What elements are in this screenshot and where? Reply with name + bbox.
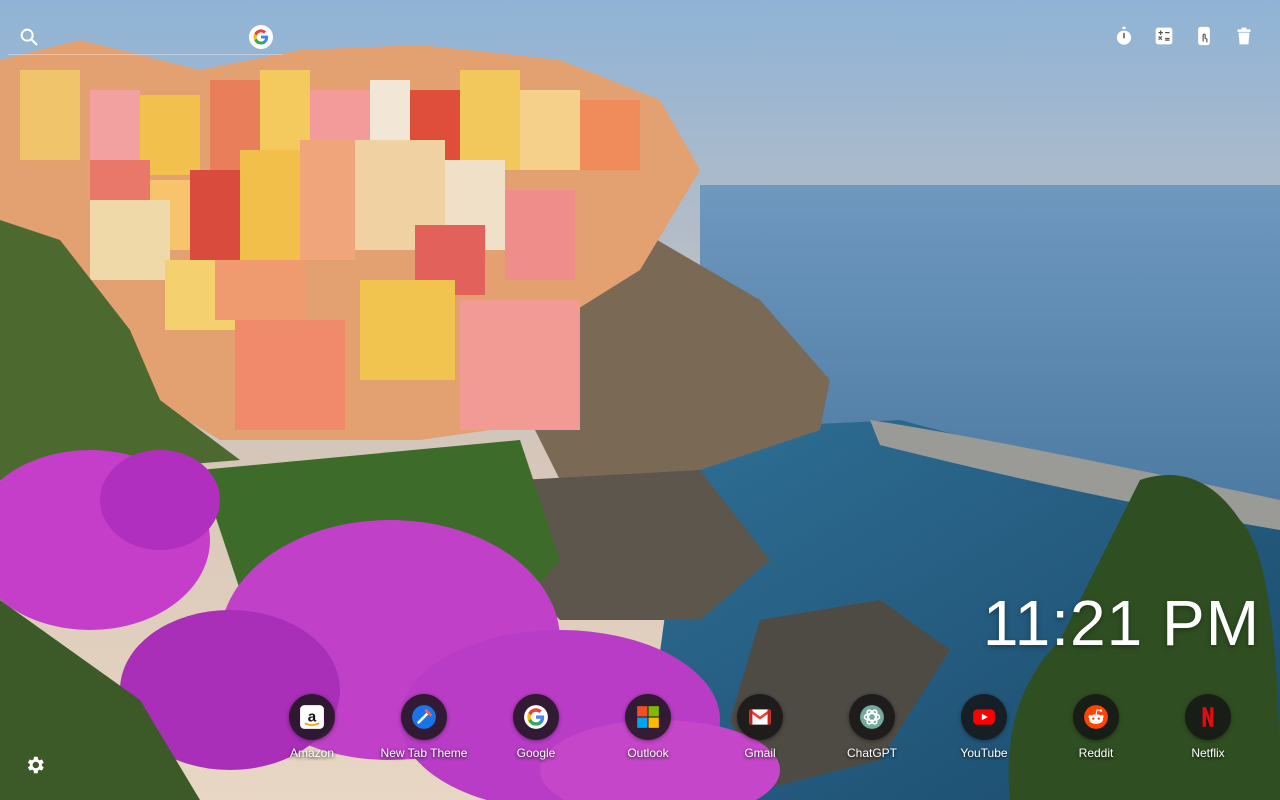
google-icon[interactable] [249,25,273,49]
search-input[interactable] [40,29,249,45]
top-toolbar [1114,25,1254,47]
shortcut-google[interactable]: Google [480,694,592,770]
wallpaper [0,0,1280,800]
google-icon[interactable] [513,694,559,740]
shortcut-label: ChatGPT [846,746,897,760]
shortcut-label: New Tab Theme [380,746,468,760]
shortcut-netflix[interactable]: Netflix [1152,694,1264,770]
clock: 11:21 PM [982,587,1260,659]
shortcut-youtube[interactable]: YouTube [928,694,1040,770]
microsoft-icon[interactable] [625,694,671,740]
shortcut-label: Google [516,746,556,760]
shortcut-reddit[interactable]: Reddit [1040,694,1152,770]
netflix-icon[interactable] [1185,694,1231,740]
shortcut-gmail[interactable]: Gmail [704,694,816,770]
shortcut-label: Reddit [1078,746,1114,760]
trash-icon[interactable] [1234,25,1254,47]
gmail-icon[interactable] [737,694,783,740]
amazon-icon[interactable]: a [289,694,335,740]
reddit-icon[interactable] [1073,694,1119,740]
shortcut-outlook[interactable]: Outlook [592,694,704,770]
shortcut-label: Amazon [289,746,335,760]
svg-text:a: a [308,708,317,725]
calculator-icon[interactable] [1154,25,1174,47]
stopwatch-icon[interactable] [1114,25,1134,47]
shortcut-label: YouTube [960,746,1008,760]
search-bar[interactable] [8,20,283,55]
shortcut-new-tab-theme[interactable]: New Tab Theme [368,694,480,770]
new-tab-theme-icon[interactable] [401,694,447,740]
shortcut-amazon[interactable]: a Amazon [256,694,368,770]
shortcut-label: Outlook [627,746,669,760]
touch-icon[interactable] [1194,25,1214,47]
shortcut-label: Netflix [1191,746,1225,760]
chatgpt-icon[interactable] [849,694,895,740]
youtube-icon[interactable] [961,694,1007,740]
shortcut-chatgpt[interactable]: ChatGPT [816,694,928,770]
gear-icon[interactable] [24,754,46,776]
shortcut-label: Gmail [744,746,776,760]
shortcut-dock: a Amazon New Tab Theme Google Outlook Gm [256,694,1264,770]
search-icon[interactable] [18,26,40,48]
